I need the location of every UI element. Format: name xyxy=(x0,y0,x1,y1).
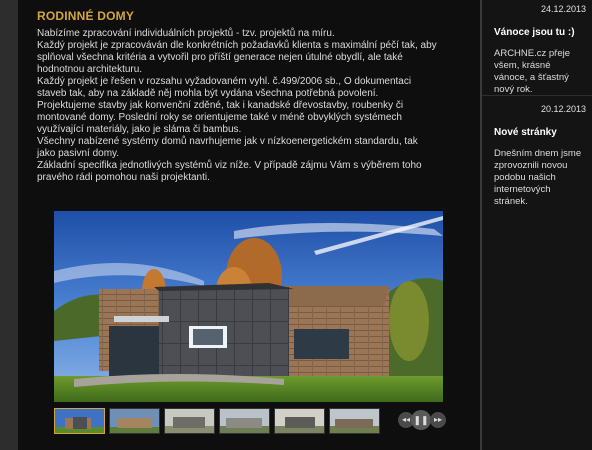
news-date: 20.12.2013 xyxy=(540,104,586,114)
news-title[interactable]: Vánoce jsou tu :) xyxy=(494,27,592,38)
pause-glyph: ❚❚ xyxy=(413,415,429,425)
article-paragraph: Každý projekt je řešen v rozsahu vyžadov… xyxy=(37,76,412,99)
news-date: 24.12.2013 xyxy=(540,4,586,14)
news-separator xyxy=(482,95,592,96)
news-title[interactable]: Nové stránky xyxy=(494,127,592,138)
page-title: RODINNÉ DOMY xyxy=(37,9,135,23)
rewind-glyph: ◂◂ xyxy=(401,415,411,424)
thumbnail-image xyxy=(55,409,104,433)
article-paragraph: Základní specifika jednotlivých systémů … xyxy=(37,160,422,183)
pause-icon[interactable]: ❚❚ xyxy=(411,410,431,430)
news-text: ARCHNE.cz přeje všem, krásné vánoce, a š… xyxy=(494,48,571,95)
gallery-thumbnail[interactable] xyxy=(54,408,105,434)
thumbnail-image xyxy=(165,409,214,433)
gallery-thumbnail[interactable] xyxy=(329,408,380,434)
article-body: Nabízíme zpracování individuálních proje… xyxy=(37,28,437,184)
article-paragraph: Nabízíme zpracování individuálních proje… xyxy=(37,28,335,39)
forward-glyph: ▸▸ xyxy=(433,415,443,424)
gallery-thumbnail[interactable] xyxy=(219,408,270,434)
article-paragraph: Projektujeme stavby jak konvenční zděné,… xyxy=(37,100,404,135)
thumbnail-image xyxy=(220,409,269,433)
forward-icon[interactable]: ▸▸ xyxy=(430,412,446,428)
page-left-margin xyxy=(0,0,18,450)
thumbnail-image xyxy=(275,409,324,433)
news-text: Dnešním dnem jsme zprovoznili novou podo… xyxy=(494,148,582,207)
news-item: 24.12.2013 Vánoce jsou tu :) ARCHNE.cz p… xyxy=(482,4,592,96)
gallery-thumbnail[interactable] xyxy=(274,408,325,434)
thumbnail-image xyxy=(110,409,159,433)
gallery-thumbnail[interactable] xyxy=(109,408,160,434)
gallery-main-image[interactable] xyxy=(54,211,443,402)
news-item: 20.12.2013 Nové stránky Dnešním dnem jsm… xyxy=(482,104,592,208)
article-paragraph: Každý projekt je zpracováván dle konkrét… xyxy=(37,40,437,75)
house-render-image xyxy=(54,211,443,402)
gallery-thumbnail[interactable] xyxy=(164,408,215,434)
thumbnail-image xyxy=(330,409,379,433)
article-paragraph: Všechny nabízené systémy domů navrhujeme… xyxy=(37,136,418,159)
